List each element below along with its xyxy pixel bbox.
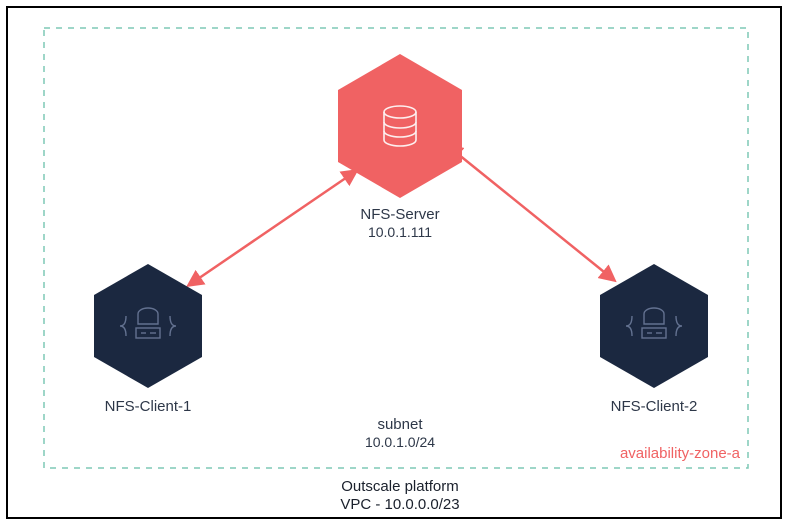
footer-platform: Outscale platform xyxy=(341,478,459,495)
nfs-client-2-label: NFS-Client-2 xyxy=(611,398,698,415)
footer-vpc: VPC - 10.0.0.0/23 xyxy=(340,496,459,513)
arrow-server-client1 xyxy=(189,171,356,285)
nfs-server-ip: 10.0.1.111 xyxy=(368,224,432,240)
nfs-server-label: NFS-Server xyxy=(360,206,439,223)
availability-zone-label: availability-zone-a xyxy=(620,445,741,462)
nfs-server-node xyxy=(338,54,462,198)
subnet-label: subnet xyxy=(377,416,423,433)
subnet-cidr: 10.0.1.0/24 xyxy=(365,434,435,450)
nfs-client-1-label: NFS-Client-1 xyxy=(105,398,192,415)
outer-frame: NFS-Server 10.0.1.111 NFS-Client-1 NFS-C… xyxy=(6,6,782,519)
nfs-client-2-node xyxy=(600,264,708,388)
arrow-server-client2 xyxy=(448,146,614,280)
nfs-client-1-node xyxy=(94,264,202,388)
diagram-canvas: NFS-Server 10.0.1.111 NFS-Client-1 NFS-C… xyxy=(16,16,772,509)
